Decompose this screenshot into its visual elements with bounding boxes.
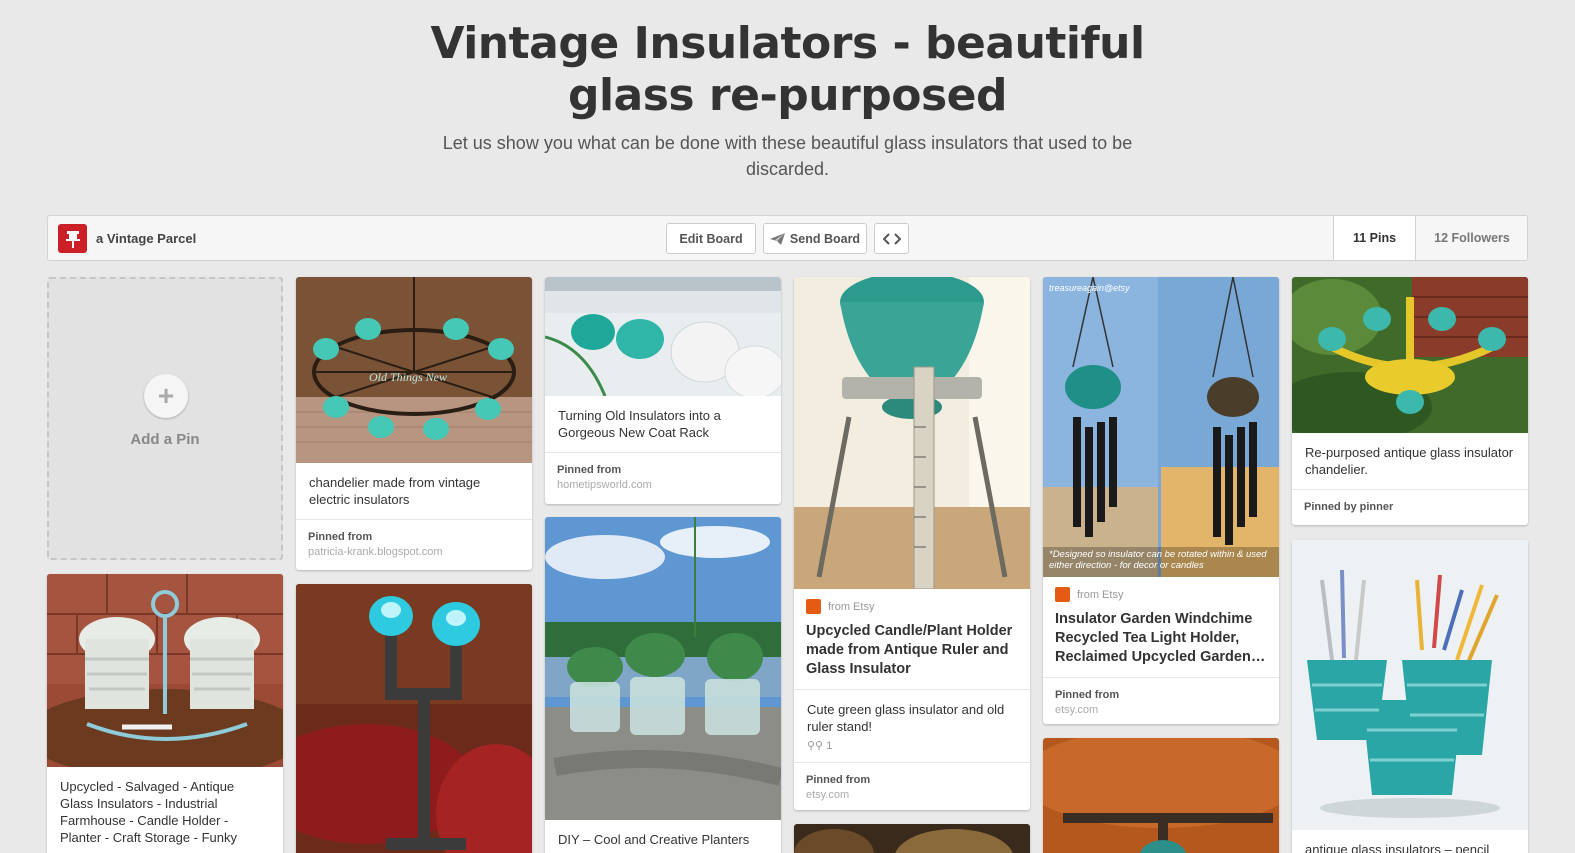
- pin-description: Upcycled - Salvaged - Antique Glass Insu…: [60, 779, 238, 845]
- followers-count-label: 12 Followers: [1434, 231, 1510, 245]
- pin-image[interactable]: [1043, 738, 1279, 853]
- pin-description: Re-purposed antique glass insulator chan…: [1305, 445, 1514, 477]
- pin-description: Turning Old Insulators into a Gorgeous N…: [558, 408, 721, 440]
- pin-source-domain[interactable]: etsy.com: [1055, 703, 1267, 718]
- pin-source-label: Pinned from: [557, 464, 622, 476]
- pin-card[interactable]: Upcycled - Salvaged - Antique Glass Insu…: [47, 574, 283, 853]
- board-description: Let us show you what can be done with th…: [442, 133, 1133, 179]
- pin-source-label: Pinned from: [1055, 689, 1120, 701]
- add-pin-label: Add a Pin: [130, 431, 200, 448]
- pins-count-label: 11 Pins: [1352, 231, 1397, 245]
- pin-source-attribution[interactable]: from Etsy: [1043, 577, 1279, 602]
- followers-count-tab[interactable]: 12 Followers: [1415, 216, 1528, 260]
- board-header: Vintage Insulators - beautiful glass re-…: [0, 18, 1575, 182]
- pin-image[interactable]: [296, 584, 532, 853]
- send-board-button[interactable]: Send Board: [763, 223, 867, 254]
- pin-card[interactable]: antique glass insulators – pencil: [1292, 540, 1528, 853]
- pin-image[interactable]: treasureagain@etsy *Designed so insulato…: [1043, 277, 1279, 577]
- pin-card[interactable]: Old Things New chandelier made from vint…: [296, 277, 532, 570]
- pin-source-label: Pinned from: [308, 531, 373, 543]
- repin-count-value: 1: [826, 740, 833, 752]
- pin-source[interactable]: Pinned by pinner: [1292, 489, 1528, 525]
- pin-description: Cute green glass insulator and old ruler…: [794, 689, 1030, 739]
- send-board-label: Send Board: [789, 231, 861, 246]
- pin-source[interactable]: Pinned from etsy.com: [794, 762, 1030, 810]
- edit-board-button[interactable]: Edit Board: [666, 223, 756, 254]
- pin-source[interactable]: Pinned from hometipsworld.com: [545, 452, 781, 503]
- pin-description: chandelier made from vintage electric in…: [309, 475, 481, 507]
- pin-title[interactable]: Upcycled Candle/Plant Holder made from A…: [794, 614, 1030, 689]
- pin-card[interactable]: treasureagain@etsy *Designed so insulato…: [1043, 277, 1279, 724]
- pin-icon[interactable]: [58, 224, 87, 253]
- pin-source[interactable]: Pinned from etsy.com: [1043, 677, 1279, 724]
- pin-image[interactable]: [794, 824, 1030, 853]
- pin-card[interactable]: [794, 824, 1030, 853]
- plus-icon: +: [144, 374, 188, 418]
- pins-count-tab[interactable]: 11 Pins: [1333, 216, 1415, 260]
- pin-card[interactable]: from Etsy Upcycled Candle/Plant Holder m…: [794, 277, 1030, 810]
- pin-description: antique glass insulators – pencil: [1305, 842, 1490, 853]
- board-toolbar: a Vintage Parcel Edit Board Send Board 1…: [47, 215, 1528, 261]
- pin-watermark: Old Things New: [369, 370, 447, 384]
- pin-image[interactable]: [545, 517, 781, 820]
- etsy-icon: [1055, 587, 1070, 602]
- pin-watermark: treasureagain@etsy: [1049, 283, 1130, 293]
- pin-image[interactable]: Old Things New: [296, 277, 532, 463]
- pin-source[interactable]: Pinned from patricia-krank.blogspot.com: [296, 519, 532, 570]
- pin-card[interactable]: [1043, 738, 1279, 853]
- pin-source-domain[interactable]: patricia-krank.blogspot.com: [308, 545, 520, 560]
- pin-source-attribution[interactable]: from Etsy: [794, 589, 1030, 614]
- send-icon: [769, 232, 785, 245]
- pin-image[interactable]: [794, 277, 1030, 589]
- pin-title[interactable]: Insulator Garden Windchime Recycled Tea …: [1043, 602, 1279, 677]
- pin-from-label: from Etsy: [828, 600, 875, 613]
- pin-card[interactable]: DIY – Cool and Creative Planters: [545, 517, 781, 853]
- pin-source-label: Pinned by pinner: [1304, 501, 1394, 513]
- repin-icon: ⚲⚲: [807, 740, 824, 752]
- pin-card[interactable]: Re-purposed antique glass insulator chan…: [1292, 277, 1528, 525]
- pin-card[interactable]: [296, 584, 532, 853]
- pin-image[interactable]: [47, 574, 283, 767]
- board-owner-link[interactable]: a Vintage Parcel: [96, 231, 196, 246]
- pin-description: DIY – Cool and Creative Planters: [558, 832, 750, 847]
- code-icon: [882, 232, 901, 245]
- pin-image[interactable]: [545, 277, 781, 396]
- pin-source-label: Pinned from: [806, 774, 871, 786]
- pin-from-label: from Etsy: [1077, 588, 1124, 601]
- pin-source-domain[interactable]: hometipsworld.com: [557, 478, 769, 493]
- pin-card[interactable]: Turning Old Insulators into a Gorgeous N…: [545, 277, 781, 504]
- embed-button[interactable]: [874, 223, 909, 254]
- pin-image-caption: *Designed so insulator can be rotated wi…: [1049, 549, 1267, 571]
- edit-board-label: Edit Board: [679, 231, 743, 246]
- add-pin-button[interactable]: + Add a Pin: [47, 277, 283, 560]
- pin-image[interactable]: [1292, 540, 1528, 830]
- board-title: Vintage Insulators - beautiful glass re-…: [430, 18, 1145, 121]
- pin-image[interactable]: [1292, 277, 1528, 433]
- pin-source-domain[interactable]: etsy.com: [806, 788, 1018, 803]
- repin-count[interactable]: ⚲⚲ 1: [794, 739, 1030, 762]
- etsy-icon: [806, 599, 821, 614]
